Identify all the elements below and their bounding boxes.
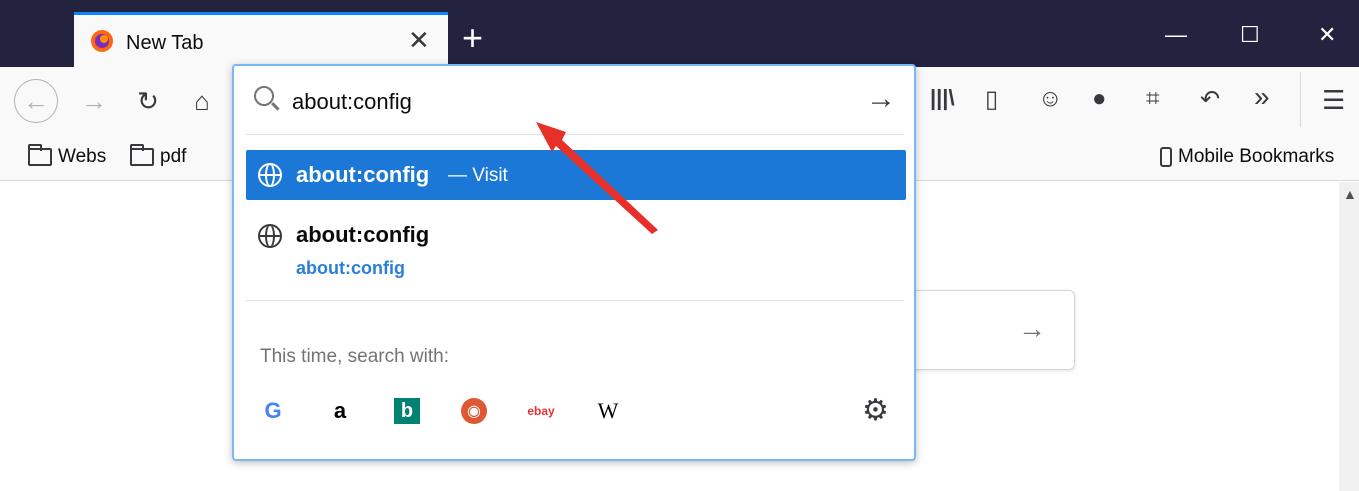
folder-icon (28, 144, 52, 166)
library-icon[interactable]: |||\ (930, 85, 955, 111)
mobile-bookmarks[interactable]: Mobile Bookmarks (1160, 146, 1334, 168)
reload-button[interactable]: ↻ (126, 79, 170, 123)
duckduckgo-icon[interactable]: ◉ (457, 394, 491, 428)
vertical-scrollbar[interactable]: ▲ (1339, 182, 1359, 491)
wikipedia-icon[interactable]: W (591, 394, 625, 428)
bookmark-folder-webs[interactable]: Webs (28, 144, 107, 168)
arrow-right-icon[interactable]: → (1018, 313, 1046, 345)
account-icon[interactable]: ☺ (1038, 85, 1063, 113)
bing-glyph: b (394, 398, 420, 424)
bookmark-label: pdf (160, 146, 187, 167)
screenshot-crop-icon[interactable]: ⌗ (1146, 85, 1160, 113)
maximize-button[interactable]: ☐ (1240, 22, 1260, 48)
divider (246, 134, 904, 135)
forward-button[interactable]: → (72, 79, 116, 123)
result-visit[interactable]: about:config — Visit (246, 150, 906, 200)
google-icon[interactable]: G (256, 394, 290, 428)
urlbar-dropdown: → about:config — Visit about:config abou… (232, 64, 916, 461)
mobile-bookmarks-label: Mobile Bookmarks (1178, 146, 1335, 167)
wikipedia-glyph: W (597, 398, 619, 423)
bookmark-label: Webs (58, 146, 107, 167)
menu-hamburger-icon[interactable]: ☰ (1322, 85, 1345, 116)
duckduckgo-glyph: ◉ (461, 398, 487, 424)
go-arrow-icon[interactable]: → (866, 82, 896, 116)
ebay-icon[interactable]: ebay (524, 394, 558, 428)
close-tab-icon[interactable]: ✕ (408, 25, 430, 56)
gear-icon[interactable]: ⚙ (862, 393, 889, 428)
url-input[interactable] (292, 84, 832, 120)
minimize-button[interactable]: — (1165, 22, 1187, 48)
ebay-glyph: ebay (527, 404, 555, 418)
folder-icon (130, 144, 154, 166)
result-title: about:config (296, 162, 430, 187)
bing-icon[interactable]: b (390, 394, 424, 428)
amazon-glyph: a (333, 398, 347, 423)
sidebar-icon[interactable]: ▯ (985, 85, 998, 114)
globe-icon (258, 224, 282, 248)
back-button[interactable]: ← (14, 79, 58, 123)
scroll-up-icon[interactable]: ▲ (1343, 186, 1357, 202)
toolbar-separator (1300, 72, 1301, 127)
search-icon (254, 86, 274, 106)
globe-icon (258, 163, 282, 187)
result-url: about:config (296, 258, 405, 278)
result-title: about:config (296, 222, 430, 247)
divider (246, 300, 904, 301)
new-tab-button[interactable]: + (462, 20, 483, 56)
close-window-button[interactable]: ✕ (1318, 22, 1336, 48)
mobile-phone-icon (1160, 147, 1172, 167)
firefox-logo-icon (91, 30, 113, 52)
tab-new-tab[interactable]: New Tab ✕ (74, 12, 448, 67)
result-history[interactable]: about:config about:config (246, 212, 906, 288)
overflow-chevron-icon[interactable]: » (1254, 81, 1270, 113)
result-action: — Visit (448, 165, 508, 186)
urlbar: → (234, 66, 914, 136)
bookmark-folder-pdf[interactable]: pdf (130, 144, 187, 168)
undo-icon[interactable]: ↶ (1200, 85, 1220, 114)
google-glyph: G (264, 398, 282, 423)
chat-icon[interactable]: ● (1092, 85, 1107, 113)
search-with-label: This time, search with: (260, 346, 449, 367)
tab-title: New Tab (126, 32, 204, 54)
home-button[interactable]: ⌂ (180, 79, 224, 123)
content-search-box[interactable]: → (912, 290, 1075, 370)
amazon-icon[interactable]: a (323, 394, 357, 428)
title-bar: New Tab ✕ + — ☐ ✕ (0, 0, 1359, 67)
